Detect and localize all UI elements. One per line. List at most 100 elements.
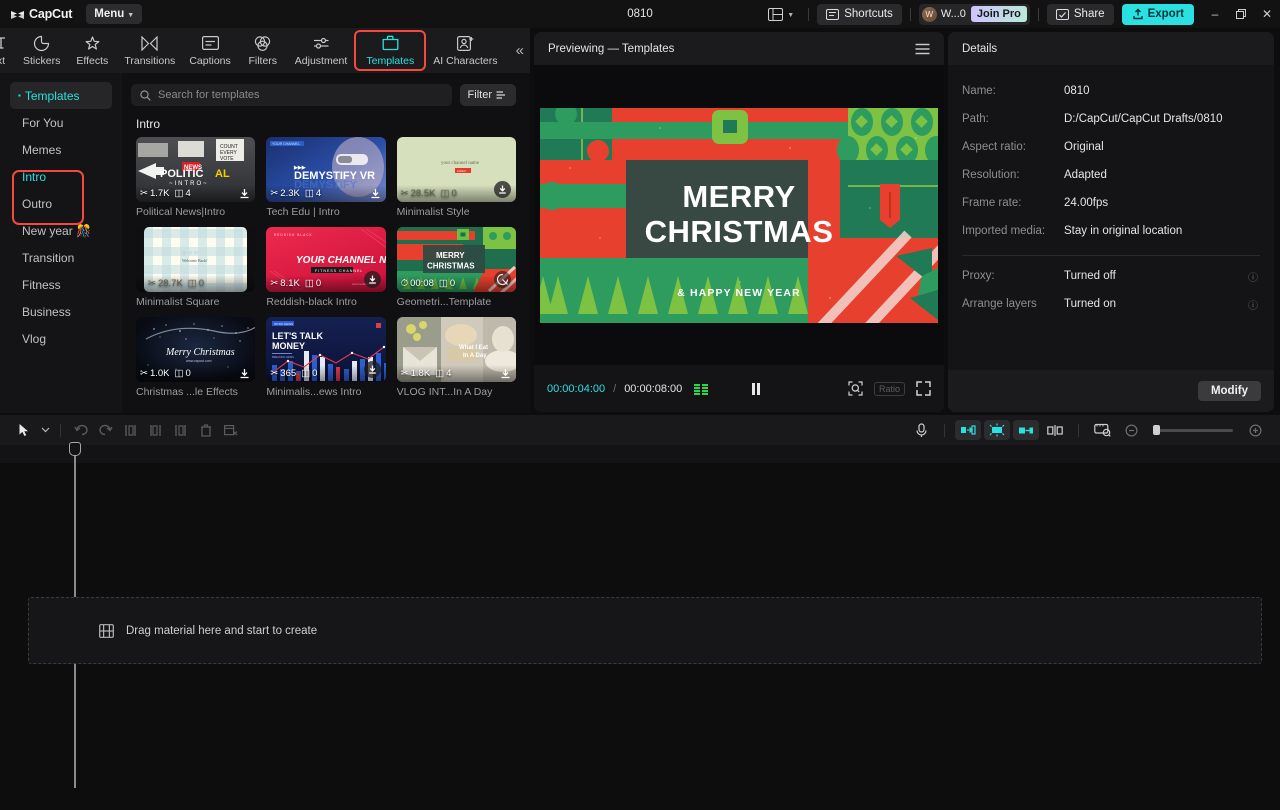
playhead-handle[interactable] [69,442,81,456]
sidebar-item-vlog[interactable]: Vlog [10,325,112,352]
zoom-preview-icon[interactable] [848,381,863,396]
sidebar-item-business[interactable]: Business [10,298,112,325]
avatar: W [922,7,937,22]
zoom-slider-handle[interactable] [1153,425,1160,435]
help-icon[interactable]: ⓘ [1248,297,1258,312]
select-tool[interactable] [12,415,37,445]
redo-tool[interactable] [93,415,118,445]
layers-count: 0 [312,368,317,379]
title-bar: CapCut Menu ▼ 0810 ▼ Shortcuts W [0,0,1280,28]
adsorption-button[interactable] [1042,420,1068,440]
sidebar-item-outro[interactable]: Outro [10,190,112,217]
download-icon[interactable] [364,361,381,378]
svg-text:FITNESS CHANNEL: FITNESS CHANNEL [315,269,363,273]
search-input[interactable]: Search for templates [131,84,452,106]
download-icon[interactable] [238,187,251,200]
sidebar-item-intro[interactable]: Intro [10,163,112,190]
template-card-vlog[interactable]: What I Eat In A Day ✂ 1.8K ◫ 4 [397,317,516,398]
magnetic-snap-button[interactable] [984,420,1010,440]
minimize-button[interactable]: – [1202,0,1228,28]
tab-text[interactable]: xt [0,28,16,73]
preview-menu-icon[interactable] [915,43,930,55]
details-panel: Details Name: 0810 Path: D:/CapCut/CapCu… [948,32,1274,412]
link-clips-button[interactable] [1013,420,1039,440]
preview-axis-button[interactable] [1089,420,1115,440]
download-icon[interactable] [369,187,382,200]
undo-tool[interactable] [68,415,93,445]
canvas-headline-line2: CHRISTMAS [645,215,834,250]
preview-canvas[interactable]: MERRY CHRISTMAS & HAPPY NEW YEAR [540,108,938,323]
sidebar-item-fitness[interactable]: Fitness [10,271,112,298]
tab-templates[interactable]: Templates [354,28,426,73]
trim-left-tool[interactable] [143,415,168,445]
search-icon [140,90,151,101]
download-icon[interactable] [238,367,251,380]
ratio-button[interactable]: Ratio [874,382,905,396]
detail-value: Stay in original location [1064,225,1182,237]
maximize-button[interactable] [1228,0,1254,28]
divider [944,424,945,437]
tab-adjustment[interactable]: Adjustment [288,28,355,73]
tab-effects[interactable]: Effects [67,28,117,73]
template-card-minimalist-style[interactable]: your channel name LOGO ✂ 28.5K ◫ 0 [397,137,516,218]
auto-snap-button[interactable] [955,420,981,440]
clips-count: 1.0K [150,368,170,379]
sidebar-item-transition[interactable]: Transition [10,244,112,271]
sidebar-item-new-year[interactable]: New year 🎊 [10,217,112,244]
collapse-panel-button[interactable]: « [516,42,524,59]
tab-captions[interactable]: Captions [182,28,237,73]
tool-dropdown[interactable] [37,415,53,445]
template-card-christmas-effects[interactable]: Merry Christmas www.capcut.com ✂ 1.0K ◫ … [136,317,255,398]
clear-tool[interactable] [218,415,243,445]
zoom-slider[interactable] [1153,429,1233,432]
fullscreen-icon[interactable] [916,381,931,396]
tab-stickers[interactable]: Stickers [16,28,67,73]
loading-spinner-icon [494,271,511,288]
split-tool[interactable] [118,415,143,445]
template-browser: Search for templates Filter Intro C [122,73,530,413]
svg-text:LET'S TALK: LET'S TALK [272,331,323,341]
zoom-out-button[interactable] [1118,420,1144,440]
record-voiceover-button[interactable] [908,420,934,440]
user-account-button[interactable]: W W...0 Join Pro [919,4,1030,25]
menu-button[interactable]: Menu ▼ [86,4,142,24]
layout-switch-button[interactable]: ▼ [762,4,800,24]
trim-right-tool[interactable] [168,415,193,445]
template-thumbnail: INTRO NEWS LET'S TALK MONEY BREAKING NEW… [266,317,385,382]
delete-tool[interactable] [193,415,218,445]
download-icon[interactable] [364,271,381,288]
clips-count: 8.1K [280,278,300,289]
play-pause-button[interactable] [752,383,760,395]
sidebar-item-for-you[interactable]: For You [10,109,112,136]
filter-button[interactable]: Filter [460,84,516,106]
join-pro-button[interactable]: Join Pro [971,6,1027,22]
tab-filters[interactable]: Filters [238,28,288,73]
layers-badge: ◫ 0 [301,368,317,379]
template-card-minimalist-news[interactable]: INTRO NEWS LET'S TALK MONEY BREAKING NEW… [266,317,385,398]
download-icon[interactable] [499,367,512,380]
template-card-minimalist-square[interactable]: ♡ ♡ ♡ Welcome Back! ✂ 28.7K ◫ 0 [136,227,255,308]
scissors-icon: ✂ [270,278,278,289]
close-button[interactable]: ✕ [1254,0,1280,28]
sidebar-item-memes[interactable]: Memes [10,136,112,163]
clips-count: 1.8K [411,368,431,379]
template-card-tech-edu[interactable]: YOUR CHANNEL ▶▶▶ DEMYSTIFY VR DEMYSTIFY … [266,137,385,218]
template-card-geometric[interactable]: MERRY CHRISTMAS ⏱ 00:08 ◫ 0 [397,227,516,308]
share-button[interactable]: Share [1047,4,1114,25]
tab-transitions[interactable]: Transitions [117,28,182,73]
export-button[interactable]: Export [1122,4,1194,25]
rail-header-templates[interactable]: ▪ Templates [10,82,112,109]
current-time[interactable]: 00:00:04:00 [547,383,605,395]
modify-button[interactable]: Modify [1198,381,1261,401]
download-icon[interactable] [494,181,511,198]
template-card-reddish-black[interactable]: REDDISH BLACK YOUR CHANNEL NAME FITNESS … [266,227,385,308]
timeline-dropzone[interactable]: Drag material here and start to create [28,597,1262,664]
template-card-political-news[interactable]: COUNT EVERY VOTE NEWS POLITIC AL ~INTRO~ [136,137,255,218]
zoom-in-button[interactable] [1242,420,1268,440]
shortcuts-button[interactable]: Shortcuts [817,4,902,25]
detail-value: 0810 [1064,85,1090,97]
timeline-ruler[interactable] [0,445,1280,463]
tab-ai-characters[interactable]: AI Characters [426,28,504,73]
layers-count: 4 [446,368,451,379]
help-icon[interactable]: ⓘ [1248,269,1258,284]
